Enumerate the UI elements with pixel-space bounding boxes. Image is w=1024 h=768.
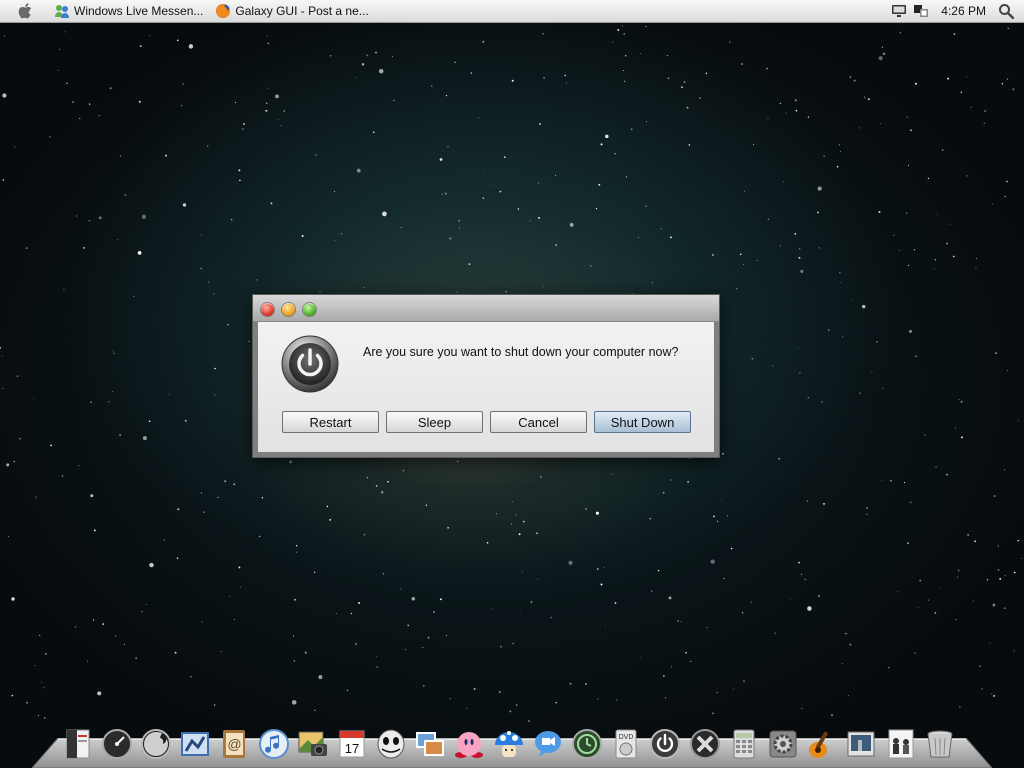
display-icon[interactable] [891,4,907,18]
dock-item-trash[interactable] [921,724,959,764]
menu-extras: 4:26 PM [891,0,1024,22]
dock-item-jack-skellington[interactable] [372,724,410,764]
mail-icon [181,732,210,756]
x-icon [689,729,720,759]
preview-icon [416,732,445,756]
address-book-icon: @ [223,730,246,758]
dock-item-mushroom[interactable] [490,724,528,764]
dock-item-ical[interactable]: 17 [333,724,371,764]
dock: @ 17 DVD [58,720,959,764]
svg-text:17: 17 [345,741,359,756]
dvd-player-icon: DVD [615,729,637,759]
garageband-icon [809,731,829,758]
dock-item-people[interactable] [882,724,920,764]
dock-item-preview[interactable] [411,724,449,764]
svg-text:@: @ [228,736,242,752]
calculator-icon [733,729,755,759]
cancel-button[interactable]: Cancel [490,411,587,433]
dock-item-dvd-player[interactable]: DVD [607,724,645,764]
restart-button[interactable]: Restart [282,411,379,433]
iphoto-icon [298,731,327,756]
task-firefox-galaxy-gui[interactable]: Galaxy GUI - Post a ne... [211,0,376,22]
dock-item-garageband[interactable] [803,724,841,764]
sleep-button[interactable]: Sleep [386,411,483,433]
dock-item-time-machine[interactable] [568,724,606,764]
dock-item-dashboard[interactable] [98,724,136,764]
dock-item-ichat[interactable] [529,724,567,764]
dock-item-firefox[interactable] [137,724,175,764]
dock-item-kirby[interactable] [450,724,488,764]
shut-down-button[interactable]: Shut Down [594,411,691,433]
svg-text:DVD: DVD [619,734,634,741]
dock-item-x[interactable] [686,724,724,764]
system-preferences-icon [769,730,797,758]
network-icon[interactable] [913,4,929,18]
dock-item-pdf-reader[interactable] [59,724,97,764]
firefox-icon [216,4,231,18]
photo-booth-icon [847,731,875,757]
dock-item-photo-booth[interactable] [842,724,880,764]
dock-item-address-book[interactable]: @ [215,724,253,764]
dialog-titlebar[interactable] [253,295,719,322]
apple-icon[interactable] [16,2,34,20]
dock-item-iphoto[interactable] [294,724,332,764]
menu-clock[interactable]: 4:26 PM [941,4,986,18]
task-label: Galaxy GUI - Post a ne... [235,4,369,18]
jack-skellington-icon [377,729,405,759]
task-windows-live-messenger[interactable]: Windows Live Messen... [50,0,211,22]
power-icon [281,335,339,393]
time-machine-icon [572,729,603,759]
dock-item-system-preferences[interactable] [764,724,802,764]
ical-icon: 17 [339,730,365,758]
pdf-reader-icon [66,729,90,759]
shutdown-dialog: Are you sure you want to shut down your … [252,294,720,458]
itunes-icon [258,729,289,759]
ichat-icon [534,731,561,757]
kirby-icon [455,732,484,758]
messenger-icon [55,5,69,18]
people-icon [888,729,914,759]
dock-item-mail[interactable] [176,724,214,764]
dashboard-icon [101,729,132,759]
dialog-content: Are you sure you want to shut down your … [258,322,714,452]
zoom-button[interactable] [303,303,316,316]
dock-item-power[interactable] [646,724,684,764]
spotlight-search-icon[interactable] [998,3,1014,19]
close-button[interactable] [261,303,274,316]
task-label: Windows Live Messen... [74,4,204,18]
minimize-button[interactable] [282,303,295,316]
power-icon [650,729,681,759]
trash-icon [927,730,953,758]
menu-bar: Windows Live Messen... Galaxy GUI - Post… [0,0,1024,23]
mushroom-icon [494,731,523,757]
dialog-message: Are you sure you want to shut down your … [363,345,679,359]
dock-item-itunes[interactable] [255,724,293,764]
firefox-icon [140,729,171,759]
dock-item-calculator[interactable] [725,724,763,764]
